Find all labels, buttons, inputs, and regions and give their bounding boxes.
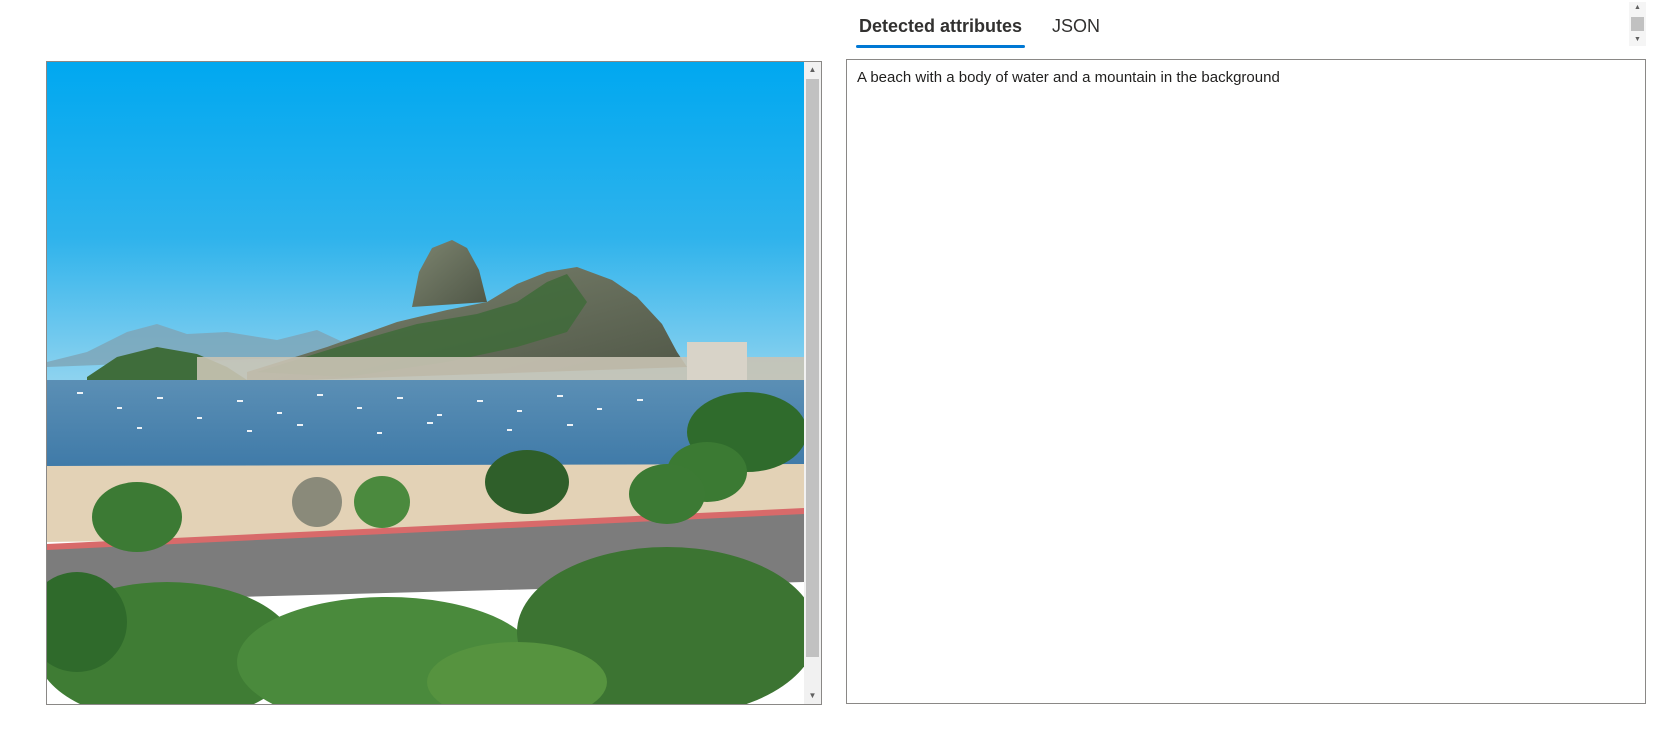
- result-tabs: Detected attributes JSON: [856, 0, 1127, 48]
- page-scrollbar[interactable]: ▲ ▼: [1629, 2, 1646, 46]
- image-caption: A beach with a body of water and a mount…: [857, 69, 1280, 86]
- tab-json[interactable]: JSON: [1049, 0, 1103, 48]
- scroll-up-arrow-icon[interactable]: ▲: [1629, 2, 1646, 14]
- scroll-down-arrow-icon[interactable]: ▼: [1629, 34, 1646, 46]
- detected-attributes-panel: A beach with a body of water and a mount…: [846, 59, 1646, 704]
- image-scrollbar[interactable]: ▲ ▼: [804, 62, 821, 704]
- scrollbar-thumb[interactable]: [806, 79, 819, 657]
- scroll-down-arrow-icon[interactable]: ▼: [804, 688, 821, 704]
- beach-photo: [47, 62, 804, 704]
- image-panel: ▲ ▼: [46, 61, 822, 705]
- uploaded-photo: [47, 62, 804, 704]
- scroll-up-arrow-icon[interactable]: ▲: [804, 62, 821, 78]
- tab-detected-attributes[interactable]: Detected attributes: [856, 0, 1026, 48]
- scrollbar-thumb[interactable]: [1631, 17, 1644, 31]
